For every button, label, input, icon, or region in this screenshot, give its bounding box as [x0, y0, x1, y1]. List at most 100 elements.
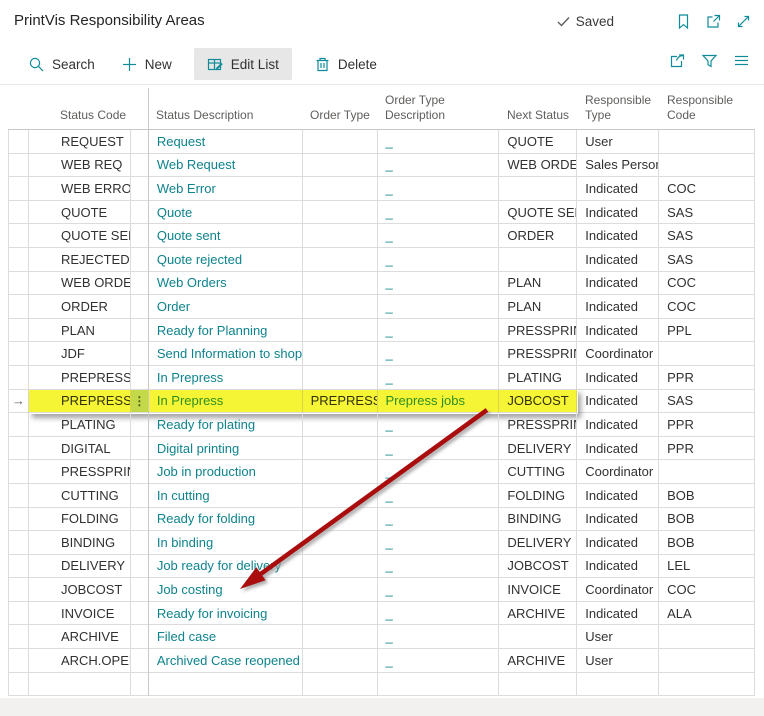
status-description-cell[interactable]: In cutting	[149, 484, 303, 507]
header-order-type-description[interactable]: Order Type Description	[377, 93, 499, 124]
next-status-cell[interactable]: DELIVERY	[499, 437, 577, 460]
row-menu-icon[interactable]: ⋮	[133, 394, 145, 408]
order-type-description-cell[interactable]: _	[378, 272, 500, 295]
table-row[interactable]: ORDER Order _ PLAN Indicated COC	[8, 295, 755, 319]
row-menu-cell[interactable]	[131, 413, 149, 436]
responsible-code-cell[interactable]: COC	[659, 272, 755, 295]
responsible-code-cell[interactable]	[659, 625, 755, 648]
table-row[interactable]: ARCH.OPEN Archived Case reopened _ ARCHI…	[8, 649, 755, 673]
status-code-cell[interactable]: INVOICE	[29, 602, 131, 625]
status-code-cell[interactable]: WEB REQ	[29, 154, 131, 177]
responsible-code-cell[interactable]: PPR	[659, 437, 755, 460]
order-type-description-cell[interactable]: _	[378, 224, 500, 247]
responsible-code-cell[interactable]: LEL	[659, 555, 755, 578]
responsible-code-cell[interactable]: SAS	[659, 390, 755, 413]
status-code-cell[interactable]: PRESSPRINT	[29, 460, 131, 483]
status-description-cell[interactable]: Order	[149, 295, 303, 318]
status-description-cell[interactable]: Web Orders	[149, 272, 303, 295]
row-menu-cell[interactable]	[131, 177, 149, 200]
responsible-code-cell[interactable]: PPL	[659, 319, 755, 342]
table-row[interactable]: WEB ORDER Web Orders _ PLAN Indicated CO…	[8, 272, 755, 296]
status-description-cell[interactable]: Quote sent	[149, 224, 303, 247]
order-type-cell[interactable]	[303, 366, 378, 389]
table-row[interactable]: QUOTE SENT Quote sent _ ORDER Indicated …	[8, 224, 755, 248]
order-type-description-cell[interactable]: _	[378, 319, 500, 342]
table-row[interactable]: PRESSPRINT Job in production _ CUTTING C…	[8, 460, 755, 484]
order-type-cell[interactable]	[303, 248, 378, 271]
table-row[interactable]: DELIVERY Job ready for delivery _ JOBCOS…	[8, 555, 755, 579]
row-menu-cell[interactable]	[131, 272, 149, 295]
order-type-description-cell[interactable]: _	[378, 578, 500, 601]
responsible-type-cell[interactable]: Indicated	[577, 508, 659, 531]
status-code-cell[interactable]: WEB ERROR	[29, 177, 131, 200]
order-type-description-cell[interactable]	[378, 673, 500, 696]
share-icon[interactable]	[669, 52, 686, 69]
row-menu-cell[interactable]	[131, 366, 149, 389]
header-responsible-code[interactable]: Responsible Code	[659, 93, 755, 124]
order-type-description-cell[interactable]: Prepress jobs	[378, 390, 500, 413]
order-type-description-cell[interactable]: _	[378, 437, 500, 460]
status-description-cell[interactable]: Ready for folding	[149, 508, 303, 531]
responsible-type-cell[interactable]: User	[577, 649, 659, 672]
status-code-cell[interactable]: QUOTE	[29, 201, 131, 224]
next-status-cell[interactable]: FOLDING	[499, 484, 577, 507]
order-type-cell[interactable]	[303, 154, 378, 177]
row-selector-cell[interactable]	[9, 295, 29, 318]
row-selector-cell[interactable]	[9, 437, 29, 460]
row-selector-cell[interactable]	[9, 673, 29, 696]
status-code-cell[interactable]: CUTTING	[29, 484, 131, 507]
order-type-description-cell[interactable]: _	[378, 130, 500, 153]
table-row[interactable]: FOLDING Ready for folding _ BINDING Indi…	[8, 508, 755, 532]
order-type-description-cell[interactable]: _	[378, 508, 500, 531]
view-options-icon[interactable]	[733, 52, 750, 69]
order-type-cell[interactable]	[303, 272, 378, 295]
responsible-code-cell[interactable]: COC	[659, 177, 755, 200]
status-description-cell[interactable]: Web Error	[149, 177, 303, 200]
row-menu-cell[interactable]	[131, 555, 149, 578]
order-type-cell[interactable]	[303, 649, 378, 672]
row-menu-cell[interactable]	[131, 154, 149, 177]
row-menu-cell[interactable]	[131, 673, 149, 696]
responsible-code-cell[interactable]	[659, 342, 755, 365]
row-menu-cell[interactable]: ⋮	[131, 390, 149, 413]
order-type-cell[interactable]	[303, 319, 378, 342]
responsible-code-cell[interactable]: SAS	[659, 248, 755, 271]
responsible-code-cell[interactable]: PPR	[659, 366, 755, 389]
responsible-type-cell[interactable]	[577, 673, 659, 696]
order-type-cell[interactable]	[303, 130, 378, 153]
next-status-cell[interactable]: ARCHIVE	[499, 649, 577, 672]
next-status-cell[interactable]: PLATING	[499, 366, 577, 389]
responsible-code-cell[interactable]: SAS	[659, 201, 755, 224]
order-type-cell[interactable]	[303, 295, 378, 318]
row-selector-cell[interactable]	[9, 578, 29, 601]
table-row[interactable]: REJECTED Quote rejected _ Indicated SAS	[8, 248, 755, 272]
table-row[interactable]: JOBCOST Job costing _ INVOICE Coordinato…	[8, 578, 755, 602]
order-type-description-cell[interactable]: _	[378, 177, 500, 200]
order-type-cell[interactable]	[303, 531, 378, 554]
order-type-description-cell[interactable]: _	[378, 248, 500, 271]
header-next-status[interactable]: Next Status	[499, 108, 577, 124]
status-description-cell[interactable]: Ready for invoicing	[149, 602, 303, 625]
status-description-cell[interactable]: In binding	[149, 531, 303, 554]
table-row[interactable]: BINDING In binding _ DELIVERY Indicated …	[8, 531, 755, 555]
search-button[interactable]: Search	[20, 48, 103, 80]
status-description-cell[interactable]: Send Information to shop...	[149, 342, 303, 365]
next-status-cell[interactable]: QUOTE	[499, 130, 577, 153]
table-row[interactable]: PLATING Ready for plating _ PRESSPRINT I…	[8, 413, 755, 437]
order-type-cell[interactable]	[303, 602, 378, 625]
edit-list-button[interactable]: Edit List	[194, 48, 292, 80]
status-description-cell[interactable]: Archived Case reopened	[149, 649, 303, 672]
responsible-type-cell[interactable]: Indicated	[577, 555, 659, 578]
bookmark-icon[interactable]	[675, 13, 692, 30]
status-code-cell[interactable]	[29, 673, 131, 696]
responsible-type-cell[interactable]: Indicated	[577, 484, 659, 507]
order-type-cell[interactable]	[303, 224, 378, 247]
status-code-cell[interactable]: PREPRESS	[29, 390, 131, 413]
next-status-cell[interactable]: JOBCOST	[499, 555, 577, 578]
responsible-code-cell[interactable]: BOB	[659, 508, 755, 531]
status-code-cell[interactable]: WEB ORDER	[29, 272, 131, 295]
table-row[interactable]: WEB REQ Web Request _ WEB ORDER Sales Pe…	[8, 154, 755, 178]
table-row[interactable]	[8, 673, 755, 697]
status-description-cell[interactable]: In Prepress	[149, 366, 303, 389]
responsible-code-cell[interactable]	[659, 130, 755, 153]
